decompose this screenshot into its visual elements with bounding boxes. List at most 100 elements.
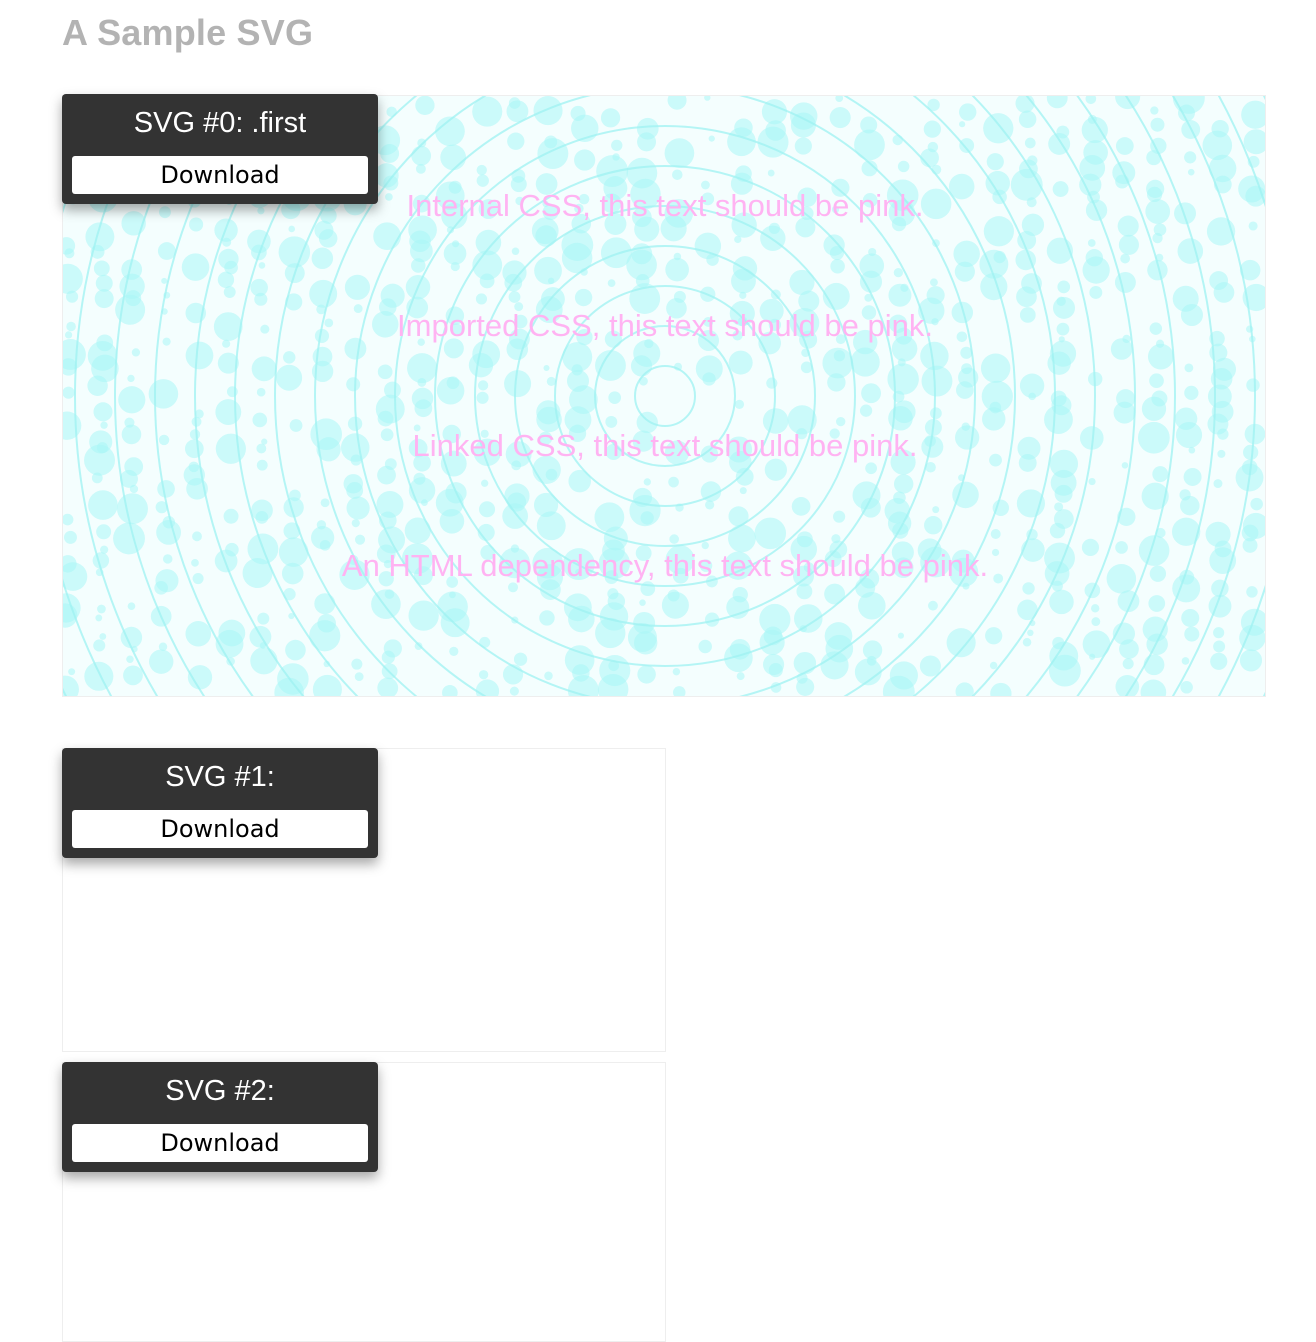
art-dot <box>1090 604 1100 613</box>
art-dot <box>1114 271 1136 293</box>
art-dot <box>859 404 873 417</box>
art-dot <box>698 639 712 654</box>
svg-0-text-imported-css: Imported CSS, this text should be pink. <box>397 308 933 343</box>
art-dot <box>739 291 747 299</box>
art-dot <box>377 410 394 427</box>
svg-1-download-button[interactable]: Download <box>72 810 368 848</box>
art-dot <box>285 639 306 661</box>
art-dot <box>640 581 656 597</box>
art-dot <box>1010 168 1043 201</box>
art-dot <box>893 474 914 494</box>
svg-0-toolbar-title: SVG #0: .first <box>133 107 307 139</box>
art-dot <box>476 164 487 176</box>
art-dot <box>574 149 596 171</box>
svg-2-toolbar: SVG #2: Download <box>62 1062 378 1172</box>
art-dot <box>1057 280 1071 294</box>
art-dot <box>1019 307 1036 323</box>
art-dot <box>1149 373 1164 389</box>
art-dot <box>411 145 432 166</box>
art-dot <box>1089 286 1103 299</box>
svg-0-download-button[interactable]: Download <box>72 156 368 194</box>
art-dot <box>887 363 919 395</box>
art-dot <box>377 364 393 380</box>
art-dot <box>829 107 851 129</box>
art-dot <box>118 386 146 414</box>
art-dot <box>66 290 79 303</box>
art-dot <box>539 610 555 626</box>
art-dot <box>1147 343 1174 370</box>
art-dot <box>664 138 695 168</box>
art-dot <box>415 163 426 174</box>
art-dot <box>148 379 179 409</box>
art-dot <box>1049 589 1074 615</box>
art-dot <box>861 383 881 404</box>
art-dot <box>1213 627 1225 639</box>
art-dot <box>479 501 496 518</box>
art-dot <box>1091 617 1101 626</box>
art-dot <box>68 668 76 676</box>
art-dot <box>920 148 939 168</box>
art-dot <box>157 480 175 498</box>
art-dot <box>257 207 265 215</box>
art-dot <box>959 121 966 128</box>
art-dot <box>608 391 622 404</box>
art-dot <box>1184 363 1194 373</box>
art-dot <box>439 508 465 534</box>
art-dot <box>854 129 885 161</box>
art-dot <box>768 662 783 678</box>
art-dot <box>1117 215 1139 237</box>
art-dot <box>1149 565 1167 582</box>
art-dot <box>129 484 139 494</box>
art-dot <box>1242 537 1258 553</box>
art-dot <box>157 242 176 260</box>
art-dot <box>1115 541 1128 554</box>
art-dot <box>1146 633 1168 655</box>
art-dot <box>475 293 488 305</box>
art-dot <box>121 424 142 445</box>
art-dot <box>796 583 813 600</box>
art-dot <box>600 108 621 128</box>
art-dot <box>373 222 401 251</box>
art-dot <box>672 169 683 180</box>
art-dot <box>257 612 270 625</box>
art-dot <box>1177 238 1204 264</box>
art-dot <box>123 665 143 686</box>
art-dot <box>223 286 236 298</box>
art-dot <box>449 646 459 657</box>
art-dot <box>346 482 364 499</box>
art-dot <box>127 602 136 610</box>
art-dot <box>989 661 998 670</box>
art-dot <box>754 517 787 550</box>
art-dot <box>982 407 1006 431</box>
art-dot <box>766 377 778 389</box>
art-dot <box>930 278 938 287</box>
art-dot <box>1246 586 1258 598</box>
art-dot <box>983 216 1014 247</box>
art-dot <box>154 580 168 595</box>
art-dot <box>189 217 204 232</box>
art-dot <box>1143 654 1165 676</box>
art-dot <box>739 487 747 495</box>
art-dot <box>921 365 953 397</box>
art-dot <box>254 292 268 306</box>
art-dot <box>1027 629 1034 637</box>
art-dot <box>511 247 520 256</box>
page-title: A Sample SVG <box>62 12 314 53</box>
art-dot <box>507 132 525 150</box>
art-dot <box>932 506 940 514</box>
svg-2-download-button[interactable]: Download <box>72 1124 368 1162</box>
art-dot <box>954 261 975 282</box>
art-dot <box>95 614 103 622</box>
art-dot <box>1213 282 1235 303</box>
art-dot <box>637 132 657 152</box>
art-dot <box>858 591 886 620</box>
art-dot <box>1187 168 1195 176</box>
art-dot <box>508 291 521 303</box>
art-dot <box>260 324 270 334</box>
svg-1-toolbar-title: SVG #1: <box>165 761 275 793</box>
art-dot <box>1089 653 1096 660</box>
art-dot <box>380 428 394 442</box>
svg-1-toolbar: SVG #1: Download <box>62 748 378 858</box>
art-dot <box>251 356 277 382</box>
art-dot <box>311 247 334 270</box>
